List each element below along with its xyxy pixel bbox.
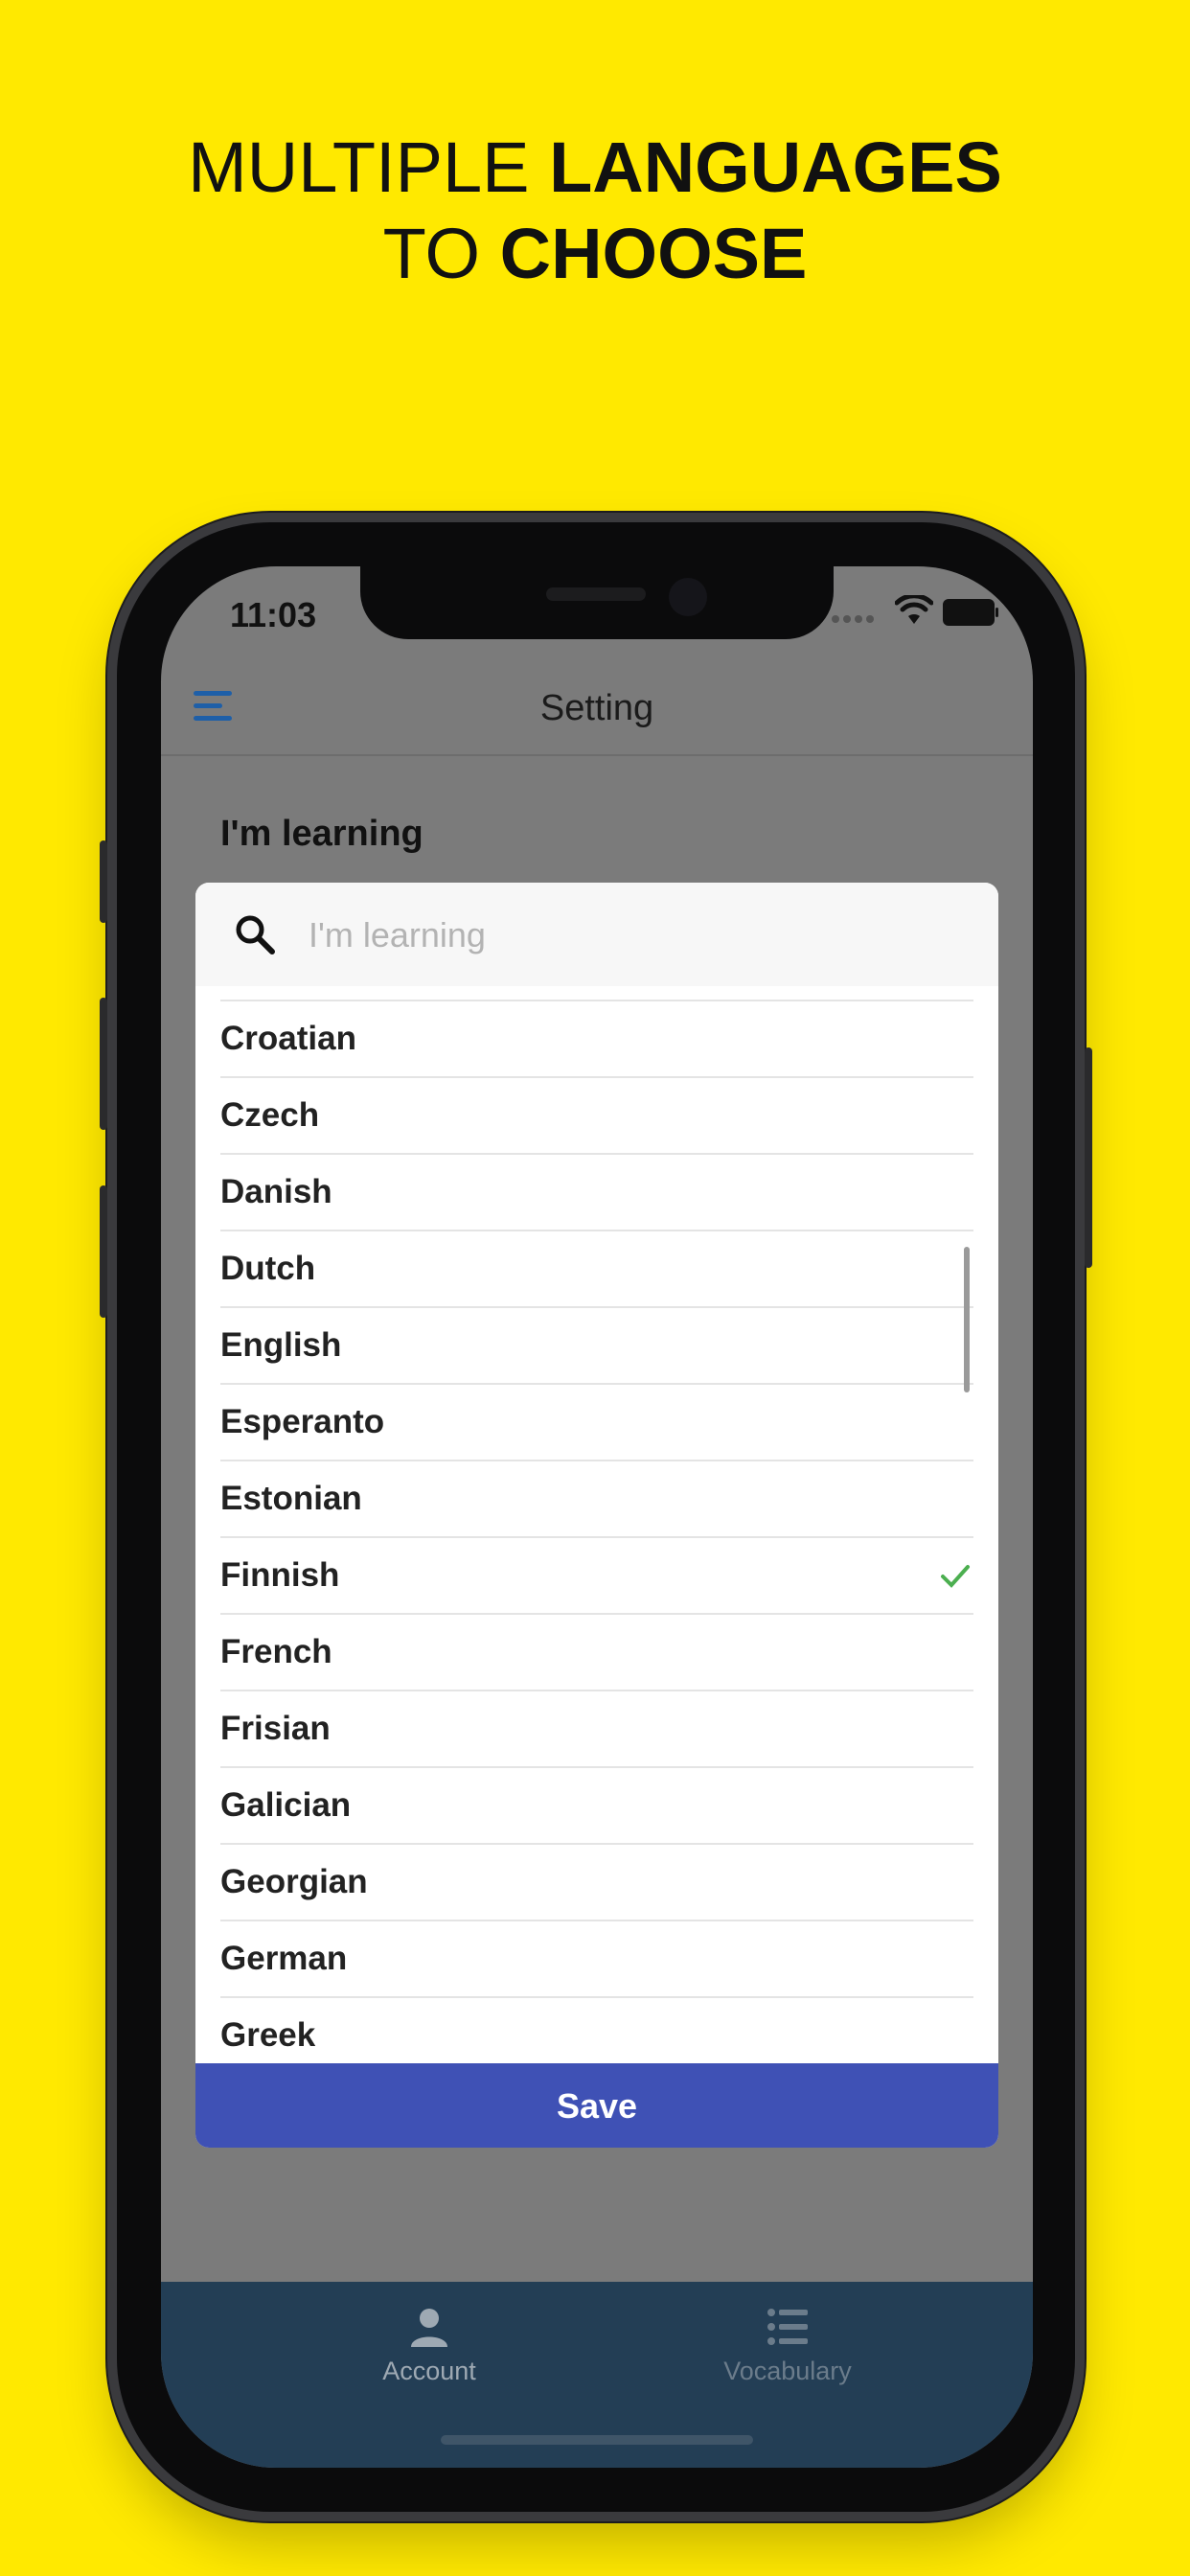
tab-account-label: Account — [382, 2357, 476, 2385]
wifi-icon — [895, 595, 933, 624]
language-label: Esperanto — [220, 1403, 385, 1440]
scrollbar[interactable] — [964, 1247, 970, 1392]
language-label: Danish — [220, 1173, 332, 1210]
language-label: Frisian — [220, 1710, 331, 1747]
volume-down-button — [100, 1185, 107, 1318]
language-item[interactable]: Galician — [220, 1768, 973, 1845]
language-item[interactable]: Georgian — [220, 1845, 973, 1921]
language-item[interactable]: Danish — [220, 1155, 973, 1231]
language-label: Dutch — [220, 1250, 316, 1287]
language-label: Czech — [220, 1096, 320, 1134]
power-button — [1085, 1047, 1092, 1268]
headline-line-2: TO CHOOSE — [382, 214, 808, 293]
language-label: Greek — [220, 2016, 316, 2054]
language-item[interactable]: Greek — [220, 1998, 973, 2067]
language-item[interactable]: Frisian — [220, 1691, 973, 1768]
signal-dots-icon — [832, 610, 878, 628]
front-camera — [669, 578, 707, 616]
search-input[interactable] — [307, 908, 962, 963]
status-icons — [832, 595, 998, 630]
navbar: Setting — [161, 662, 1033, 756]
language-item[interactable]: Finnish — [220, 1538, 973, 1615]
language-item[interactable]: German — [220, 1921, 973, 1998]
search-icon — [236, 915, 275, 954]
tab-account[interactable]: Account — [286, 2305, 573, 2386]
page-title: Setting — [539, 688, 654, 728]
language-label: English — [220, 1326, 342, 1364]
language-item[interactable]: Czech — [220, 1078, 973, 1155]
language-item[interactable]: Croatian — [220, 1001, 973, 1078]
language-item[interactable]: Dutch — [220, 1231, 973, 1308]
battery-icon — [943, 599, 998, 626]
language-label: French — [220, 1633, 332, 1670]
language-item[interactable]: Croatian — [220, 986, 973, 1001]
checkmark-icon — [941, 1565, 970, 1588]
language-label: Galician — [220, 1786, 352, 1824]
speaker-grille — [546, 587, 646, 601]
notch — [360, 566, 834, 639]
language-label: Estonian — [220, 1480, 362, 1517]
search-bar — [195, 883, 998, 986]
screen: 11:03 Setting I'm learning I'm learning … — [161, 566, 1033, 2468]
language-item[interactable]: Estonian — [220, 1461, 973, 1538]
language-label: Croatian — [220, 1020, 356, 1057]
status-time: 11:03 — [230, 595, 317, 634]
headline: MULTIPLE LANGUAGES TO CHOOSE — [0, 125, 1190, 297]
headline-line-1: MULTIPLE LANGUAGES — [188, 127, 1002, 207]
language-item[interactable]: Esperanto — [220, 1385, 973, 1461]
save-button[interactable]: Save — [195, 2063, 998, 2148]
language-list[interactable]: Croatian Croatian Czech Danish Dutch English E… — [195, 986, 998, 2067]
language-item[interactable]: French — [220, 1615, 973, 1691]
language-label: German — [220, 1940, 348, 1977]
volume-up-button — [100, 998, 107, 1130]
home-indicator — [441, 2435, 753, 2445]
language-list-content: Croatian Croatian Czech Danish Dutch English E… — [195, 986, 998, 2067]
person-icon — [411, 2309, 447, 2347]
language-picker-modal: Croatian Croatian Czech Danish Dutch English E… — [195, 883, 998, 2148]
language-label: Finnish — [220, 1556, 340, 1594]
phone-frame: 11:03 Setting I'm learning I'm learning … — [100, 522, 1092, 2512]
mute-switch — [100, 840, 107, 923]
tab-vocabulary-label: Vocabulary — [723, 2357, 852, 2385]
language-item[interactable]: English — [220, 1308, 973, 1385]
list-icon — [767, 2309, 808, 2345]
tab-vocabulary[interactable]: Vocabulary — [644, 2305, 931, 2386]
language-label: Georgian — [220, 1863, 368, 1900]
section-label: I'm learning — [220, 814, 423, 854]
